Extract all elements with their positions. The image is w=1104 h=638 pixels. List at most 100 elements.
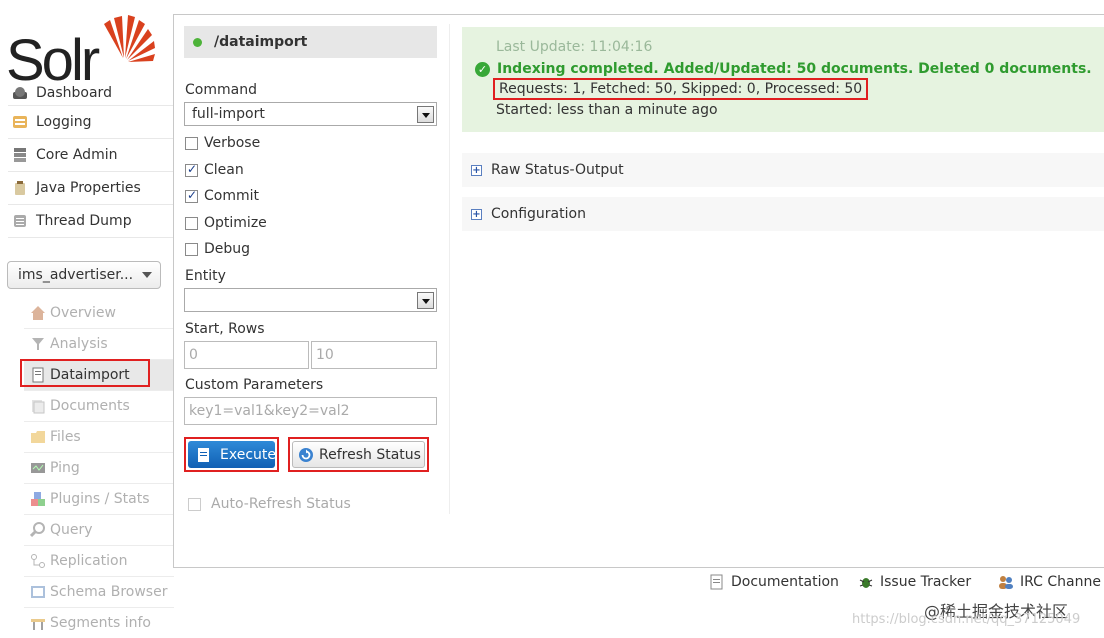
ping-icon bbox=[30, 460, 46, 476]
refresh-icon bbox=[298, 447, 314, 463]
command-select[interactable]: full-import bbox=[184, 102, 437, 126]
sidebar-item-segments-info[interactable]: Segments info bbox=[24, 608, 174, 638]
configuration-section[interactable]: + Configuration bbox=[462, 197, 1104, 231]
core-selector[interactable]: ims_advertiser... bbox=[7, 261, 161, 289]
sidebar: Solr Dashboard Logging Core Admin Java P… bbox=[0, 0, 174, 638]
sidebar-item-label: Core Admin bbox=[36, 147, 118, 163]
sidebar-item-label: Overview bbox=[50, 305, 116, 321]
panel-divider bbox=[449, 24, 450, 514]
thread-dump-icon bbox=[12, 213, 28, 229]
success-message: ✓ Indexing completed. Added/Updated: 50 … bbox=[475, 61, 1092, 77]
checkbox-label: Optimize bbox=[204, 215, 267, 231]
refresh-status-button[interactable]: Refresh Status bbox=[288, 437, 429, 472]
analysis-icon bbox=[30, 336, 46, 352]
checkbox-box[interactable] bbox=[185, 136, 198, 150]
check-circle-icon: ✓ bbox=[475, 61, 490, 77]
sidebar-item-ping[interactable]: Ping bbox=[24, 453, 174, 484]
handler-name: /dataimport bbox=[214, 34, 308, 50]
solr-sun-icon bbox=[104, 15, 155, 62]
sidebar-item-label: Files bbox=[50, 429, 81, 445]
refresh-label: Refresh Status bbox=[319, 446, 421, 463]
sidebar-item-dataimport[interactable]: Dataimport bbox=[20, 359, 174, 391]
footer-link-label: IRC Channe bbox=[1020, 574, 1101, 590]
sidebar-item-label: Plugins / Stats bbox=[50, 491, 150, 507]
commit-checkbox[interactable]: Commit bbox=[185, 188, 259, 204]
sidebar-item-logging[interactable]: Logging bbox=[8, 106, 174, 139]
documentation-icon bbox=[709, 574, 725, 590]
checkbox-label: Debug bbox=[204, 241, 251, 257]
checkbox-label: Auto-Refresh Status bbox=[211, 496, 351, 512]
rows-input[interactable]: 10 bbox=[311, 341, 437, 369]
sidebar-item-documents[interactable]: Documents bbox=[24, 391, 174, 422]
start-rows-label: Start, Rows bbox=[185, 321, 265, 337]
sidebar-item-core-admin[interactable]: Core Admin bbox=[8, 139, 174, 172]
replication-icon bbox=[30, 553, 46, 569]
java-properties-icon bbox=[12, 180, 28, 196]
bug-icon bbox=[858, 574, 874, 590]
status-panel: Last Update: 11:04:16 ✓ Indexing complet… bbox=[462, 27, 1104, 132]
raw-status-output-section[interactable]: + Raw Status-Output bbox=[462, 153, 1104, 187]
csdn-watermark: https://blog.csdn.net/qq_37125049 bbox=[852, 612, 1081, 627]
dataimport-form: /dataimport Command full-import Verbose … bbox=[184, 26, 437, 512]
custom-parameters-placeholder: key1=val1&key2=val2 bbox=[189, 403, 350, 419]
optimize-checkbox[interactable]: Optimize bbox=[185, 215, 267, 231]
dropdown-arrow-icon bbox=[417, 292, 434, 309]
checkbox-box[interactable] bbox=[185, 242, 198, 256]
checkbox-box[interactable] bbox=[185, 216, 198, 230]
sidebar-item-java-properties[interactable]: Java Properties bbox=[8, 172, 174, 205]
checkbox-box[interactable] bbox=[188, 497, 201, 511]
section-label: Raw Status-Output bbox=[491, 162, 624, 178]
start-input[interactable]: 0 bbox=[184, 341, 309, 369]
expand-plus-icon: + bbox=[471, 208, 482, 220]
entity-label: Entity bbox=[185, 268, 226, 284]
sidebar-item-thread-dump[interactable]: Thread Dump bbox=[8, 205, 174, 238]
documentation-link[interactable]: Documentation bbox=[709, 574, 839, 590]
query-icon bbox=[30, 522, 46, 538]
segments-icon bbox=[30, 615, 46, 631]
sidebar-item-label: Java Properties bbox=[36, 180, 141, 196]
command-value: full-import bbox=[192, 106, 265, 122]
started-text: Started: less than a minute ago bbox=[496, 102, 718, 118]
sidebar-item-dashboard[interactable]: Dashboard bbox=[8, 74, 174, 106]
sidebar-item-query[interactable]: Query bbox=[24, 515, 174, 546]
clean-checkbox[interactable]: Clean bbox=[185, 162, 244, 178]
schema-browser-icon bbox=[30, 584, 46, 600]
rows-value: 10 bbox=[316, 347, 334, 363]
handler-bar[interactable]: /dataimport bbox=[184, 26, 437, 58]
footer-link-label: Documentation bbox=[731, 574, 839, 590]
entity-select[interactable] bbox=[184, 288, 437, 312]
custom-parameters-input[interactable]: key1=val1&key2=val2 bbox=[184, 397, 437, 425]
debug-checkbox[interactable]: Debug bbox=[185, 241, 250, 257]
sidebar-item-files[interactable]: Files bbox=[24, 422, 174, 453]
sidebar-item-label: Replication bbox=[50, 553, 128, 569]
document-icon bbox=[196, 447, 212, 463]
sidebar-item-label: Segments info bbox=[50, 615, 152, 631]
sidebar-item-label: Schema Browser bbox=[50, 584, 168, 600]
verbose-checkbox[interactable]: Verbose bbox=[185, 135, 260, 151]
auto-refresh-checkbox[interactable]: Auto-Refresh Status bbox=[188, 496, 351, 512]
dropdown-arrow-icon bbox=[417, 106, 434, 123]
irc-channel-link[interactable]: IRC Channe bbox=[998, 574, 1101, 590]
dashboard-icon bbox=[12, 85, 28, 101]
last-update: Last Update: 11:04:16 bbox=[496, 39, 653, 55]
checkbox-box[interactable] bbox=[185, 162, 198, 177]
footer-link-label: Issue Tracker bbox=[880, 574, 972, 590]
sidebar-item-label: Dashboard bbox=[36, 84, 112, 101]
sidebar-item-label: Thread Dump bbox=[36, 213, 132, 229]
sidebar-item-replication[interactable]: Replication bbox=[24, 546, 174, 577]
core-selector-value: ims_advertiser... bbox=[18, 267, 134, 283]
sidebar-item-overview[interactable]: Overview bbox=[24, 298, 174, 329]
sidebar-item-label: Analysis bbox=[50, 336, 108, 352]
sidebar-item-label: Query bbox=[50, 522, 93, 538]
checkbox-label: Commit bbox=[204, 188, 259, 204]
sidebar-item-plugins-stats[interactable]: Plugins / Stats bbox=[24, 484, 174, 515]
issue-tracker-link[interactable]: Issue Tracker bbox=[858, 574, 971, 590]
execute-button[interactable]: Execute bbox=[184, 437, 279, 472]
dataimport-highlight-box bbox=[20, 359, 150, 387]
core-nav: Overview Analysis Dataimport Documents F… bbox=[20, 298, 174, 638]
expand-plus-icon: + bbox=[471, 164, 482, 176]
sidebar-item-analysis[interactable]: Analysis bbox=[24, 329, 174, 360]
sidebar-item-schema-browser[interactable]: Schema Browser bbox=[24, 577, 174, 608]
command-label: Command bbox=[185, 82, 257, 98]
checkbox-box[interactable] bbox=[185, 188, 198, 203]
